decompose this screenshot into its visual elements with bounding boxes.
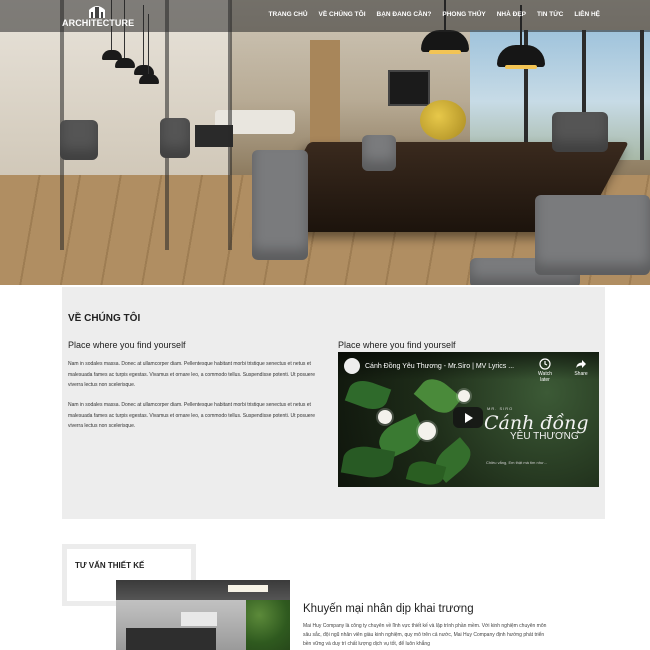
- hero-chair: [552, 112, 608, 152]
- video-overlay-brand: MR. SIRO: [487, 406, 514, 411]
- promo-title[interactable]: Khuyến mại nhân dịp khai trương: [303, 603, 474, 615]
- video-overlay-note: Chiều vắng, Em thật mà tim như...: [486, 460, 547, 465]
- video-flower: [378, 410, 392, 424]
- hero-tv: [388, 70, 430, 106]
- about-section: VỀ CHÚNG TÔI Place where you find yourse…: [62, 287, 605, 519]
- video-title[interactable]: Cánh Đồng Yêu Thương - Mr.Siro | MV Lyri…: [365, 363, 514, 370]
- watch-later-button[interactable]: Watch later: [534, 358, 556, 383]
- hero-chair: [535, 195, 650, 275]
- nav-item-needs[interactable]: BẠN ĐANG CẦN?: [377, 11, 432, 18]
- video-flower: [458, 390, 470, 402]
- hero-image: [0, 0, 650, 285]
- nav-item-home[interactable]: TRANG CHỦ: [269, 11, 308, 18]
- service-image-light: [228, 585, 268, 592]
- video-embed[interactable]: Cánh Đồng Yêu Thương - Mr.Siro | MV Lyri…: [338, 352, 599, 487]
- top-nav: ARCHITECTURE TRANG CHỦ VỀ CHÚNG TÔI BẠN …: [0, 0, 650, 32]
- nav-item-fengshui[interactable]: PHONG THỦY: [442, 11, 485, 18]
- service-image-ac-unit: [181, 612, 217, 626]
- pendant-lamp: [139, 14, 159, 84]
- video-flower: [418, 422, 436, 440]
- logo-text: ARCHITECTURE: [62, 18, 135, 28]
- main-menu: TRANG CHỦ VỀ CHÚNG TÔI BẠN ĐANG CẦN? PHO…: [258, 11, 600, 18]
- nav-item-about[interactable]: VỀ CHÚNG TÔI: [319, 11, 366, 18]
- watch-later-label: Watch later: [538, 371, 552, 383]
- hero-chair: [60, 120, 98, 160]
- video-overlay-subtitle: YÊU THƯƠNG: [510, 431, 579, 442]
- pendant-lamp: [421, 0, 469, 54]
- nav-item-news[interactable]: TIN TỨC: [537, 11, 563, 18]
- play-button[interactable]: [453, 407, 483, 428]
- service-label: TƯ VẤN THIẾT KẾ: [75, 561, 145, 570]
- hero-glass-frame: [228, 0, 232, 250]
- pendant-lamp: [115, 0, 135, 68]
- nav-item-beautiful-homes[interactable]: NHÀ ĐẸP: [497, 11, 526, 18]
- about-paragraph: Nam in sodales massa. Donec at ullamcorp…: [68, 402, 315, 429]
- about-title: VỀ CHÚNG TÔI: [68, 313, 141, 324]
- service-image-green-wall: [246, 600, 290, 650]
- building-logo-icon: [89, 6, 105, 18]
- service-image[interactable]: [116, 580, 290, 650]
- nav-item-contact[interactable]: LIÊN HỆ: [574, 11, 600, 18]
- hero-chair: [160, 118, 190, 158]
- video-leaf: [344, 375, 392, 415]
- site-logo[interactable]: ARCHITECTURE: [62, 4, 135, 30]
- clock-icon: [539, 358, 551, 370]
- about-paragraph: Nam in sodales massa. Donec at ullamcorp…: [68, 361, 315, 388]
- channel-avatar[interactable]: [344, 358, 360, 374]
- hero-flowers: [420, 100, 466, 140]
- about-subtitle: Place where you find yourself: [68, 340, 186, 350]
- page: ARCHITECTURE TRANG CHỦ VỀ CHÚNG TÔI BẠN …: [0, 0, 650, 650]
- pendant-lamp: [497, 5, 545, 69]
- hero-chair: [252, 150, 308, 260]
- share-label: Share: [574, 371, 588, 377]
- video-overlay-title: Cánh đồng: [484, 412, 589, 434]
- promo-text: Mai Huy Company là công ty chuyên về lĩn…: [303, 623, 547, 647]
- hero-chair: [362, 135, 396, 171]
- service-image-desk: [126, 628, 216, 650]
- share-button[interactable]: Share: [570, 358, 592, 377]
- share-arrow-icon: [576, 360, 586, 368]
- video-subtitle: Place where you find yourself: [338, 340, 456, 350]
